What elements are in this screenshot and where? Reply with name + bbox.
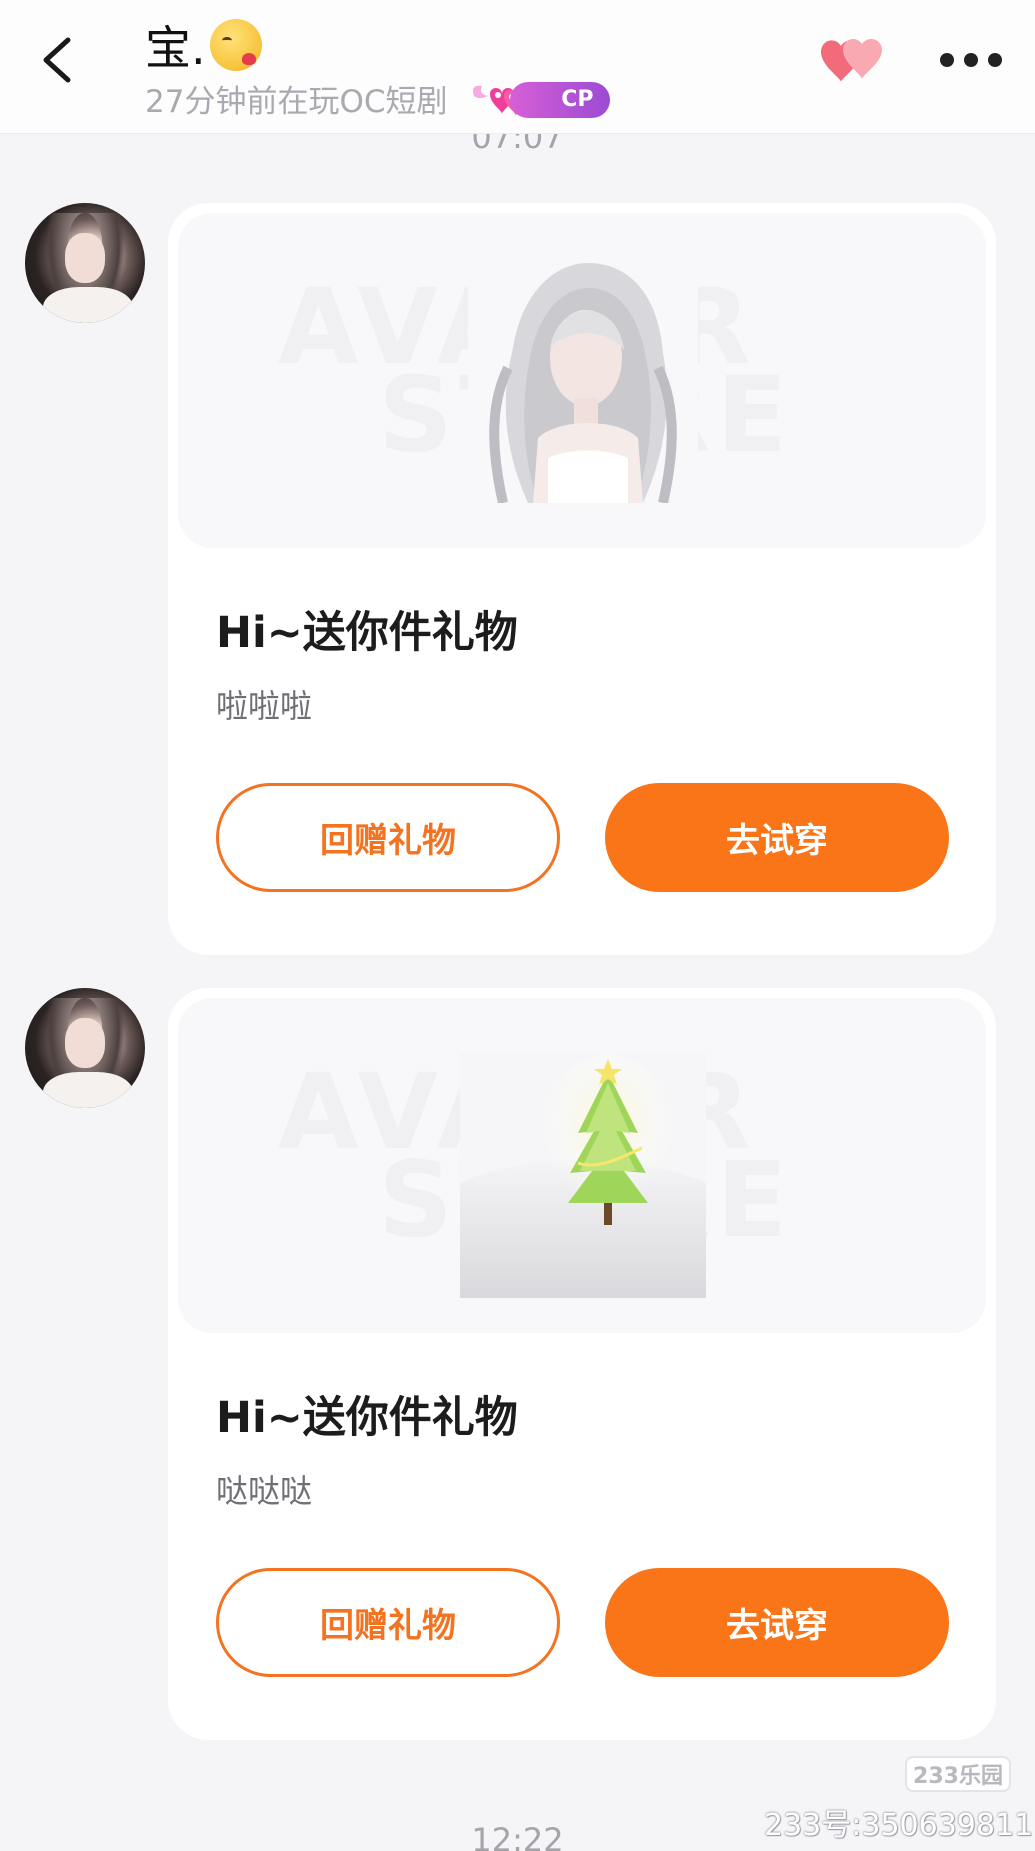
try-on-button[interactable]: 去试穿 [605,783,949,892]
contact-name-text: 宝. [145,21,206,75]
gift-preview[interactable]: AVATAR STORE [178,213,986,548]
sender-avatar[interactable] [25,203,145,323]
kissing-face-emoji-icon [209,19,262,71]
more-dot-icon [940,53,954,67]
white-hair-outfit-image [468,258,698,503]
more-dot-icon [988,53,1002,67]
return-gift-button[interactable]: 回赠礼物 [216,783,560,892]
gift-message: 啦啦啦 [216,687,313,725]
brand-id-watermark: 233号:350639811 [764,1808,1034,1843]
christmas-tree-scene-image [460,1053,706,1298]
contact-name[interactable]: 宝. [145,12,262,78]
chat-header: 宝. 27分钟前在玩OC短剧 CP [0,0,1035,134]
gift-title: Hi~送你件礼物 [216,608,518,658]
back-button[interactable] [30,28,90,92]
intimacy-heart-button[interactable] [815,30,891,88]
try-on-button[interactable]: 去试穿 [605,1568,949,1677]
gift-card[interactable]: AVATAR STORE Hi~送你件礼物 啦啦啦 回赠礼物 去试穿 [168,203,996,955]
return-gift-button[interactable]: 回赠礼物 [216,1568,560,1677]
cp-label: CP [509,81,610,118]
chevron-left-icon [43,37,71,83]
gift-message: 哒哒哒 [216,1472,313,1510]
double-heart-icon [821,39,882,82]
sender-avatar[interactable] [25,988,145,1108]
gift-title: Hi~送你件礼物 [216,1393,518,1443]
brand-logo: 233乐园 [905,1756,1011,1792]
more-options-button[interactable] [940,45,1002,75]
gift-preview[interactable]: AVATAR STORE [178,998,986,1333]
status-text: 27分钟前在玩OC短剧 [145,84,448,120]
cp-badge[interactable]: CP [468,78,613,120]
gift-card[interactable]: AVATAR STORE Hi~送你件礼物 哒哒哒 回 [168,988,996,1740]
more-dot-icon [964,53,978,67]
contact-status: 27分钟前在玩OC短剧 CP [145,76,613,121]
